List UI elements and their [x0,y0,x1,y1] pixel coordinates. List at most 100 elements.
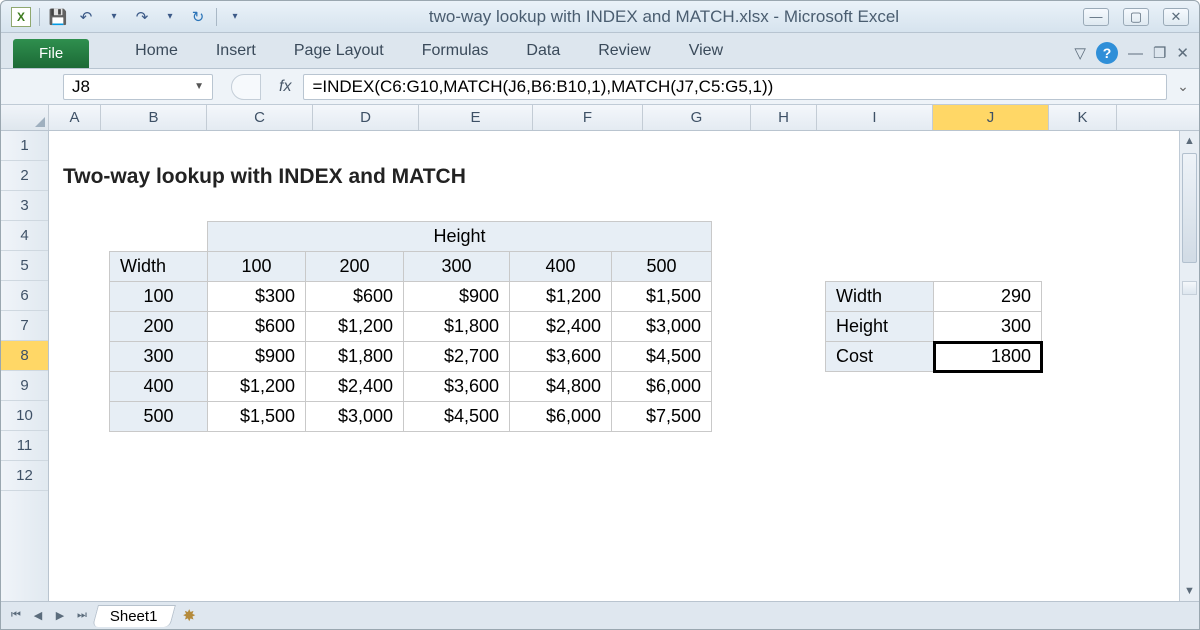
tab-data[interactable]: Data [524,36,562,68]
formula-cancel-area [231,74,261,100]
sheet-nav-next-icon[interactable]: ▶ [51,607,69,625]
cell[interactable]: $2,700 [404,342,510,372]
workbook-minimize-icon[interactable]: ― [1128,45,1143,62]
close-button[interactable]: ✕ [1163,8,1189,26]
name-box[interactable]: J8 ▼ [63,74,213,100]
row-header-2[interactable]: 2 [1,161,48,191]
cell[interactable]: $1,200 [510,282,612,312]
file-tab[interactable]: File [13,39,89,68]
col-header-e[interactable]: E [419,105,533,130]
workbook-restore-icon[interactable]: ❐ [1153,44,1166,62]
minimize-button[interactable]: ― [1083,8,1109,26]
col-header-b[interactable]: B [101,105,207,130]
row-header-8[interactable]: 8 [1,341,48,371]
cell[interactable]: $3,000 [306,402,404,432]
cell[interactable]: $1,200 [306,312,404,342]
fx-icon[interactable]: fx [279,78,291,96]
sheet-nav-prev-icon[interactable]: ◀ [29,607,47,625]
active-cell-j8[interactable]: 1800 [934,342,1042,372]
chevron-down-icon[interactable]: ▼ [194,81,204,92]
lookup-cost-label: Cost [826,342,934,372]
qat-customize-icon[interactable]: ▾ [225,7,245,27]
maximize-button[interactable]: ▢ [1123,8,1149,26]
cell[interactable]: $3,600 [404,372,510,402]
col-header-i[interactable]: I [817,105,933,130]
formula-expand-icon[interactable]: ⌄ [1173,78,1193,95]
cell[interactable]: $1,200 [208,372,306,402]
row-header-11[interactable]: 11 [1,431,48,461]
col-header-k[interactable]: K [1049,105,1117,130]
formula-input[interactable]: =INDEX(C6:G10,MATCH(J6,B6:B10,1),MATCH(J… [303,74,1167,100]
row-header-6[interactable]: 6 [1,281,48,311]
cell[interactable]: $1,500 [208,402,306,432]
excel-icon[interactable]: X [11,7,31,27]
row-header-10[interactable]: 10 [1,401,48,431]
undo-icon[interactable]: ↶ [76,7,96,27]
tab-insert[interactable]: Insert [214,36,258,68]
col-header-g[interactable]: G [643,105,751,130]
cell[interactable]: $7,500 [612,402,712,432]
cell[interactable]: $2,400 [510,312,612,342]
cell[interactable]: $600 [306,282,404,312]
col-header-j[interactable]: J [933,105,1049,130]
cell[interactable]: $3,600 [510,342,612,372]
col-header-c[interactable]: C [207,105,313,130]
row-head: 400 [110,372,208,402]
vertical-scrollbar[interactable]: ▲ ▼ [1179,131,1199,601]
cell[interactable]: $1,800 [404,312,510,342]
col-header-h[interactable]: H [751,105,817,130]
row-header-12[interactable]: 12 [1,461,48,491]
select-all-corner[interactable] [1,105,49,130]
col-head: 300 [404,252,510,282]
row-header-5[interactable]: 5 [1,251,48,281]
sheet-nav-last-icon[interactable]: ⏭ [73,607,91,625]
sheet-tab-1[interactable]: Sheet1 [92,605,175,627]
cell[interactable]: $6,000 [510,402,612,432]
sheet-nav-first-icon[interactable]: ⏮ [7,607,25,625]
tab-formulas[interactable]: Formulas [420,36,491,68]
scroll-split[interactable] [1182,281,1197,295]
cell[interactable]: $900 [404,282,510,312]
cell[interactable]: $300 [208,282,306,312]
new-sheet-icon[interactable]: ✸ [183,606,196,626]
col-head: 100 [208,252,306,282]
ribbon-minimize-icon[interactable]: ▽ [1074,44,1086,62]
cell[interactable]: $4,500 [404,402,510,432]
row-header-4[interactable]: 4 [1,221,48,251]
row-header-3[interactable]: 3 [1,191,48,221]
cell-grid[interactable]: Two-way lookup with INDEX and MATCH Heig… [49,131,1199,601]
row-header-7[interactable]: 7 [1,311,48,341]
col-header-a[interactable]: A [49,105,101,130]
col-header-f[interactable]: F [533,105,643,130]
cell[interactable]: $3,000 [612,312,712,342]
cell[interactable]: $900 [208,342,306,372]
scroll-thumb[interactable] [1182,153,1197,263]
tab-home[interactable]: Home [133,36,180,68]
tab-review[interactable]: Review [596,36,652,68]
scroll-down-icon[interactable]: ▼ [1180,581,1199,601]
save-icon[interactable]: 💾 [48,7,68,27]
cell[interactable]: $1,500 [612,282,712,312]
tab-page-layout[interactable]: Page Layout [292,36,386,68]
lookup-height-label: Height [826,312,934,342]
refresh-icon[interactable]: ↻ [188,7,208,27]
cell[interactable]: $6,000 [612,372,712,402]
cell[interactable]: $4,500 [612,342,712,372]
cell[interactable]: $4,800 [510,372,612,402]
undo-dropdown-icon[interactable]: ▾ [104,7,124,27]
lookup-height-value[interactable]: 300 [934,312,1042,342]
cell[interactable]: $1,800 [306,342,404,372]
cell[interactable]: $600 [208,312,306,342]
scroll-up-icon[interactable]: ▲ [1180,131,1199,151]
tab-view[interactable]: View [687,36,725,68]
lookup-width-value[interactable]: 290 [934,282,1042,312]
row-header-1[interactable]: 1 [1,131,48,161]
help-icon[interactable]: ? [1096,42,1118,64]
row-header-9[interactable]: 9 [1,371,48,401]
cell[interactable]: $2,400 [306,372,404,402]
redo-dropdown-icon[interactable]: ▾ [160,7,180,27]
col-header-d[interactable]: D [313,105,419,130]
row-head: 200 [110,312,208,342]
workbook-close-icon[interactable]: ✕ [1176,44,1189,62]
redo-icon[interactable]: ↷ [132,7,152,27]
